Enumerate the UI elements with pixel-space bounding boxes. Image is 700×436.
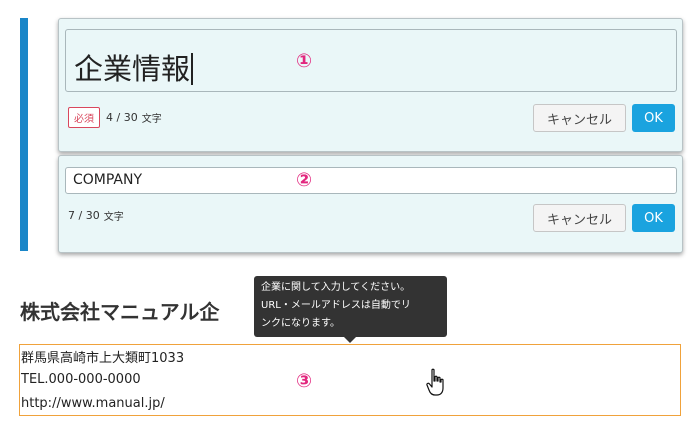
required-badge: 必須 [68, 107, 100, 128]
title-input[interactable]: 企業情報 [65, 29, 677, 92]
step-marker-2: ② [296, 169, 313, 191]
title-edit-panel: 企業情報 必須 4 / 30 文字 キャンセル OK [58, 18, 683, 152]
hint-tooltip: 企業に関して入力してください。 URL・メールアドレスは自動でリ ンクになります… [254, 276, 447, 343]
char-unit: 文字 [103, 212, 124, 223]
subtitle-char-counter: 7 / 30 文字 [68, 208, 124, 223]
address-line: 群馬県高崎市上大類町1033 [21, 351, 185, 366]
ok-button[interactable]: OK [632, 104, 675, 132]
hand-pointer-icon [426, 368, 444, 396]
cancel-button[interactable]: キャンセル [533, 104, 626, 132]
title-char-counter: 必須 4 / 30 文字 [68, 107, 162, 128]
char-count: 7 / 30 [68, 209, 100, 222]
ok-button[interactable]: OK [632, 204, 675, 232]
section-accent-bar [20, 18, 28, 251]
url-line: http://www.manual.jp/ [21, 396, 165, 411]
step-marker-1: ① [296, 50, 313, 72]
cancel-button[interactable]: キャンセル [533, 204, 626, 232]
company-details-block[interactable]: 群馬県高崎市上大類町1033 TEL.000-000-0000 http://w… [19, 344, 681, 416]
company-title: 株式会社マニュアル企 [20, 300, 220, 324]
tooltip-line: ンクになります。 [261, 318, 340, 329]
char-unit: 文字 [141, 114, 162, 125]
subtitle-edit-panel: COMPANY 7 / 30 文字 キャンセル OK [58, 155, 683, 253]
title-input-value: 企業情報 [74, 52, 191, 86]
step-marker-3: ③ [296, 370, 313, 392]
phone-line: TEL.000-000-0000 [21, 372, 141, 387]
tooltip-line: 企業に関して入力してください。 [261, 282, 411, 293]
text-caret [191, 53, 193, 85]
char-count: 4 / 30 [106, 111, 138, 124]
subtitle-input[interactable]: COMPANY [65, 167, 677, 194]
tooltip-line: URL・メールアドレスは自動でリ [261, 300, 411, 311]
